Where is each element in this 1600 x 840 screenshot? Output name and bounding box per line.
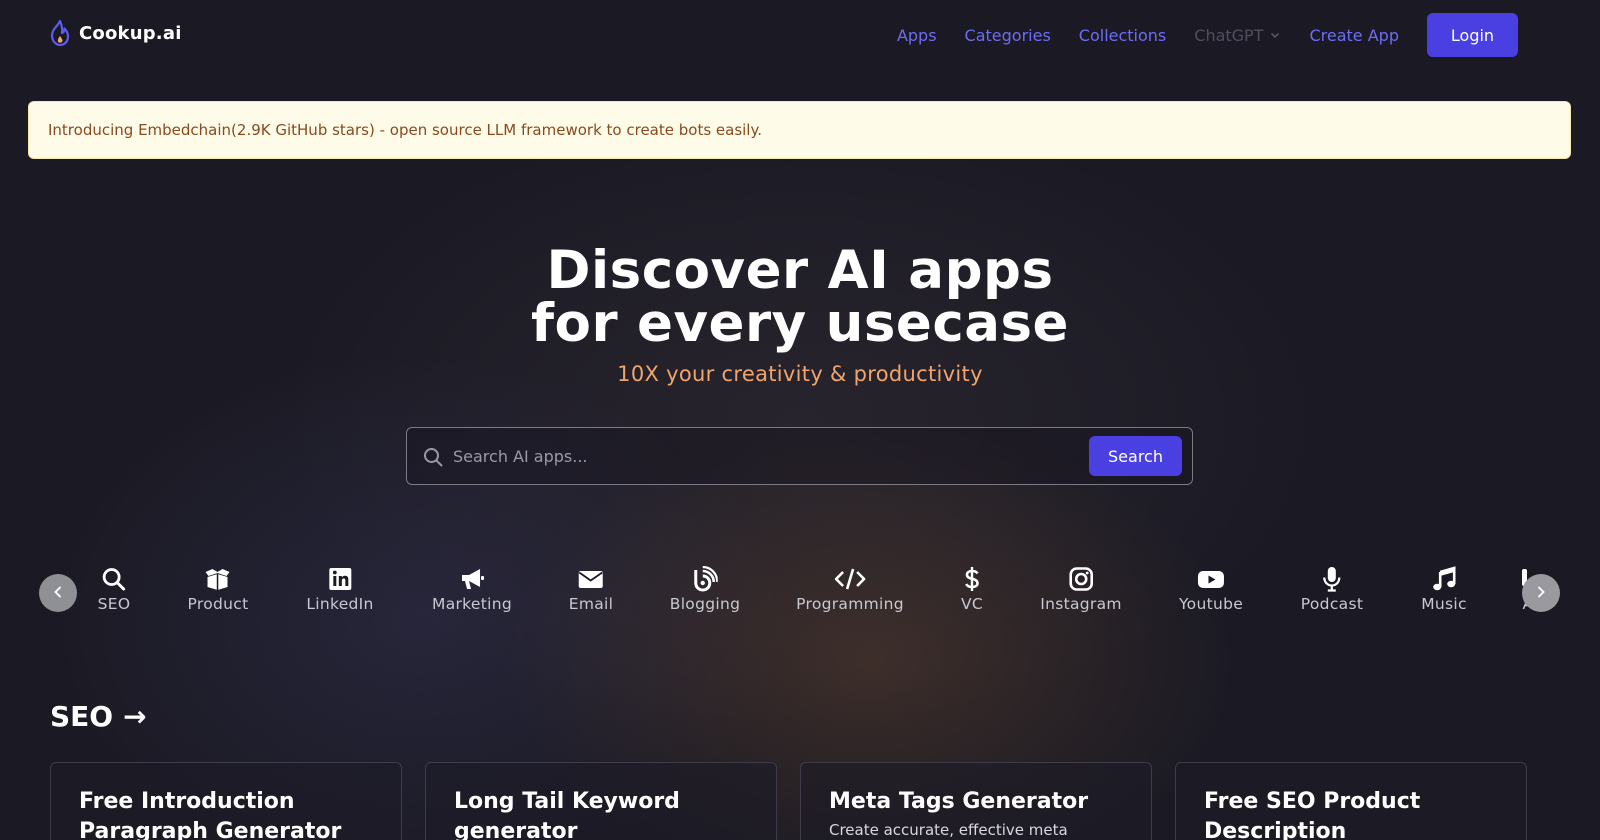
app-card-title-line: Description xyxy=(1204,819,1347,840)
search-icon xyxy=(101,566,127,592)
section-seo-link[interactable]: SEO → xyxy=(50,700,147,733)
app-card-title: Meta Tags Generator xyxy=(829,787,1123,817)
nav-chatgpt-dropdown[interactable]: ChatGPT xyxy=(1194,26,1281,45)
hero-title: Discover AI apps for every usecase xyxy=(0,244,1600,350)
announcement-text: Introducing Embedchain(2.9K GitHub stars… xyxy=(48,121,762,139)
category-label: Email xyxy=(568,595,614,613)
app-card-title: Long Tail Keyword generator xyxy=(454,787,748,840)
chevron-down-icon xyxy=(1269,26,1281,45)
search-button[interactable]: Search xyxy=(1089,436,1182,476)
app-card-description: Create accurate, effective meta xyxy=(829,821,1068,839)
category-label: Marketing xyxy=(432,595,512,613)
app-card[interactable]: Free Introduction Paragraph Generator xyxy=(50,762,402,840)
main-nav: Apps Categories Collections ChatGPT Crea… xyxy=(897,13,1518,57)
flame-icon xyxy=(49,20,71,46)
microphone-icon xyxy=(1321,566,1343,592)
carousel-next-button[interactable] xyxy=(1522,574,1560,612)
app-card-title-line: Free SEO Product xyxy=(1204,789,1421,814)
arrow-right-icon: → xyxy=(123,700,147,733)
category-label: Podcast xyxy=(1300,595,1364,613)
category-seo[interactable]: SEO xyxy=(98,566,131,613)
chevron-right-icon xyxy=(1534,584,1548,603)
category-marketing[interactable]: Marketing xyxy=(432,566,512,613)
site-header: Cookup.ai Apps Categories Collections Ch… xyxy=(0,0,1600,70)
hero-title-line1: Discover AI apps xyxy=(546,240,1054,301)
nav-categories-link[interactable]: Categories xyxy=(965,26,1051,45)
category-youtube[interactable]: Youtube xyxy=(1179,566,1243,613)
category-label: Music xyxy=(1421,595,1467,613)
login-button[interactable]: Login xyxy=(1427,13,1518,57)
dollar-icon xyxy=(962,566,982,592)
category-label: SEO xyxy=(97,595,131,613)
hero-subtitle: 10X your creativity & productivity xyxy=(617,362,983,386)
app-card-title-line: Meta Tags Generator xyxy=(829,789,1089,814)
app-card-title: Free SEO Product Description xyxy=(1204,787,1498,840)
category-carousel: SEO Product LinkedIn Marketing Email Blo… xyxy=(0,566,1600,632)
app-card-grid: Free Introduction Paragraph Generator Lo… xyxy=(50,762,1530,840)
app-card-title-line: Paragraph Generator xyxy=(79,819,342,840)
category-product[interactable]: Product xyxy=(188,566,249,613)
section-title: SEO xyxy=(50,700,114,733)
chevron-left-icon xyxy=(51,584,65,603)
carousel-prev-button[interactable] xyxy=(39,574,77,612)
search-icon xyxy=(423,447,443,471)
category-blogging[interactable]: Blogging xyxy=(670,566,740,613)
envelope-icon xyxy=(578,566,604,592)
app-card-title-line: Long Tail Keyword xyxy=(454,789,680,814)
nav-apps-link[interactable]: Apps xyxy=(897,26,937,45)
category-label: Blogging xyxy=(669,595,741,613)
linkedin-icon xyxy=(328,566,352,592)
announcement-banner[interactable]: Introducing Embedchain(2.9K GitHub stars… xyxy=(28,101,1571,159)
category-vc[interactable]: VC xyxy=(961,566,983,613)
search-bar: Search xyxy=(406,427,1193,485)
app-card[interactable]: Meta Tags Generator Create accurate, eff… xyxy=(800,762,1152,840)
search-input[interactable] xyxy=(453,438,1073,474)
category-email[interactable]: Email xyxy=(569,566,614,613)
hero-title-line2: for every usecase xyxy=(530,293,1070,354)
app-card[interactable]: Long Tail Keyword generator xyxy=(425,762,777,840)
instagram-icon xyxy=(1068,566,1094,592)
category-label: VC xyxy=(960,595,984,613)
nav-collections-link[interactable]: Collections xyxy=(1079,26,1166,45)
category-label: Product xyxy=(187,595,249,613)
category-instagram[interactable]: Instagram xyxy=(1040,566,1122,613)
category-label: Instagram xyxy=(1040,595,1122,613)
nav-create-app-link[interactable]: Create App xyxy=(1309,26,1399,45)
music-icon xyxy=(1431,566,1457,592)
nav-chatgpt-label: ChatGPT xyxy=(1194,25,1264,45)
app-card[interactable]: Free SEO Product Description xyxy=(1175,762,1527,840)
category-label: LinkedIn xyxy=(306,595,374,613)
category-music[interactable]: Music xyxy=(1421,566,1467,613)
brand-logo[interactable]: Cookup.ai xyxy=(49,20,182,46)
megaphone-icon xyxy=(459,566,485,592)
blog-icon xyxy=(692,566,718,592)
app-card-title: Free Introduction Paragraph Generator xyxy=(79,787,373,840)
brand-name: Cookup.ai xyxy=(79,22,182,44)
category-label: Youtube xyxy=(1178,595,1244,613)
category-linkedin[interactable]: LinkedIn xyxy=(306,566,373,613)
app-card-title-line: generator xyxy=(454,819,578,840)
app-card-title-line: Free Introduction xyxy=(79,789,295,814)
box-icon xyxy=(203,566,233,592)
code-icon xyxy=(834,566,866,592)
category-podcast[interactable]: Podcast xyxy=(1301,566,1363,613)
category-label: Programming xyxy=(796,595,904,613)
youtube-icon xyxy=(1197,566,1225,592)
category-track: SEO Product LinkedIn Marketing Email Blo… xyxy=(80,566,1528,632)
category-programming[interactable]: Programming xyxy=(796,566,904,613)
